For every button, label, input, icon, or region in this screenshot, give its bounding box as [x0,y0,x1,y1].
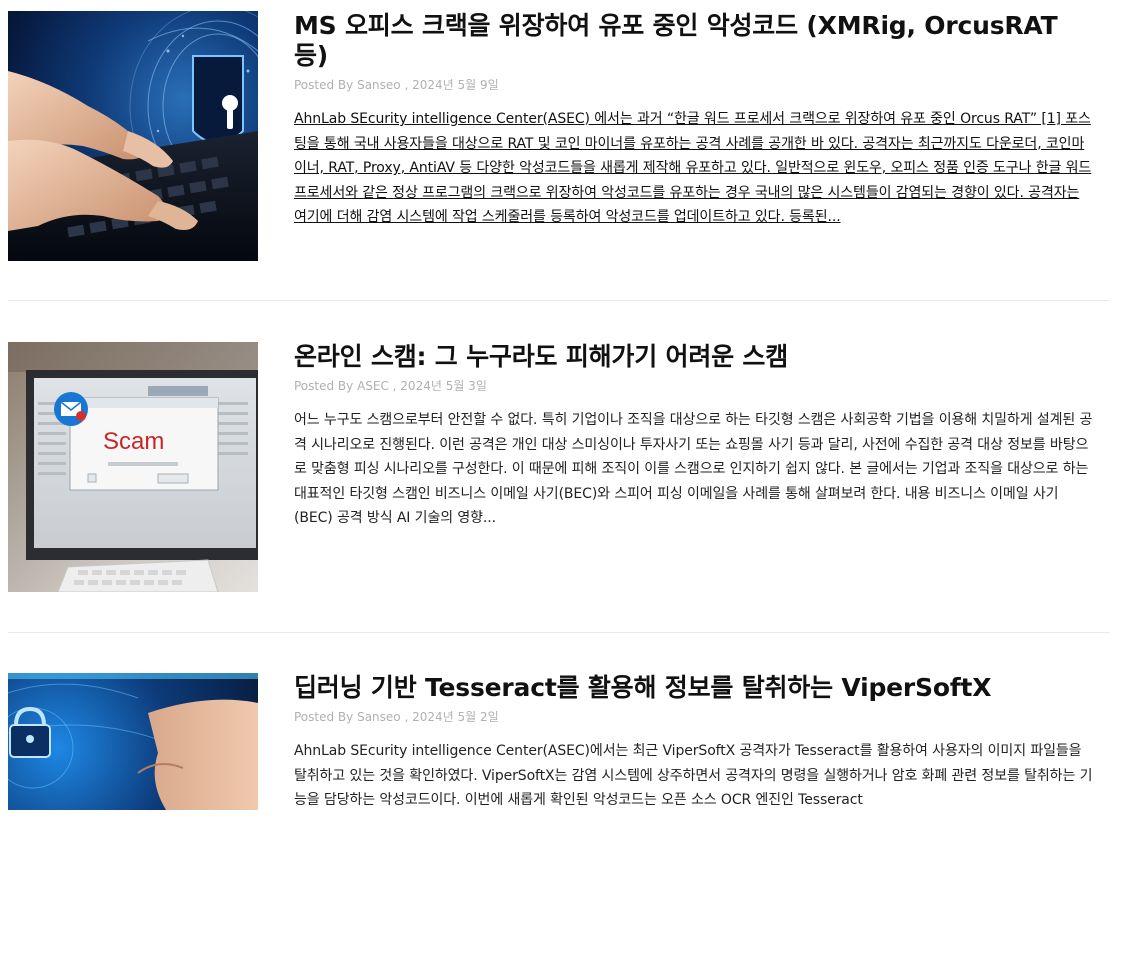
post-excerpt: 어느 누구도 스캠으로부터 안전할 수 없다. 특히 기업이나 조직을 대상으로… [294,412,1093,526]
post-body: MS 오피스 크랙을 위장하여 유포 중인 악성코드 (XMRig, Orcus… [294,11,1094,230]
post-meta: Posted By Sanseo , 2024년 5월 2일 [294,710,499,724]
post-item: 딥러닝 기반 Tesseract를 활용해 정보를 탈취하는 ViperSoft… [8,673,1110,973]
post-body: 딥러닝 기반 Tesseract를 활용해 정보를 탈취하는 ViperSoft… [294,673,1094,813]
post-divider [8,300,1110,301]
post-thumbnail[interactable] [8,673,258,810]
post-thumbnail[interactable] [8,11,258,261]
post-excerpt: AhnLab SEcurity intelligence Center(ASEC… [294,743,1093,808]
post-item: MS 오피스 크랙을 위장하여 유포 중인 악성코드 (XMRig, Orcus… [8,11,1110,311]
post-excerpt[interactable]: AhnLab SEcurity intelligence Center(ASEC… [294,107,1094,230]
blue-lock-image [8,673,258,810]
post-meta: Posted By ASEC , 2024년 5월 3일 [294,379,487,393]
scam-label: Scam [103,428,164,455]
post-meta: Posted By Sanseo , 2024년 5월 9일 [294,78,499,92]
scam-monitor-image: Scam [8,342,258,592]
post-thumbnail[interactable]: Scam [8,342,258,592]
post-divider [8,632,1110,633]
post-title[interactable]: 딥러닝 기반 Tesseract를 활용해 정보를 탈취하는 ViperSoft… [294,673,1094,703]
post-item: Scam 온라인 스캠: 그 누구라도 피해가기 어려운 스캠 Posted B… [8,342,1110,642]
post-title[interactable]: MS 오피스 크랙을 위장하여 유포 중인 악성코드 (XMRig, Orcus… [294,11,1094,71]
hands-keyboard-image [8,11,258,261]
post-body: 온라인 스캠: 그 누구라도 피해가기 어려운 스캠 Posted By ASE… [294,342,1094,531]
post-title[interactable]: 온라인 스캠: 그 누구라도 피해가기 어려운 스캠 [294,342,1094,372]
